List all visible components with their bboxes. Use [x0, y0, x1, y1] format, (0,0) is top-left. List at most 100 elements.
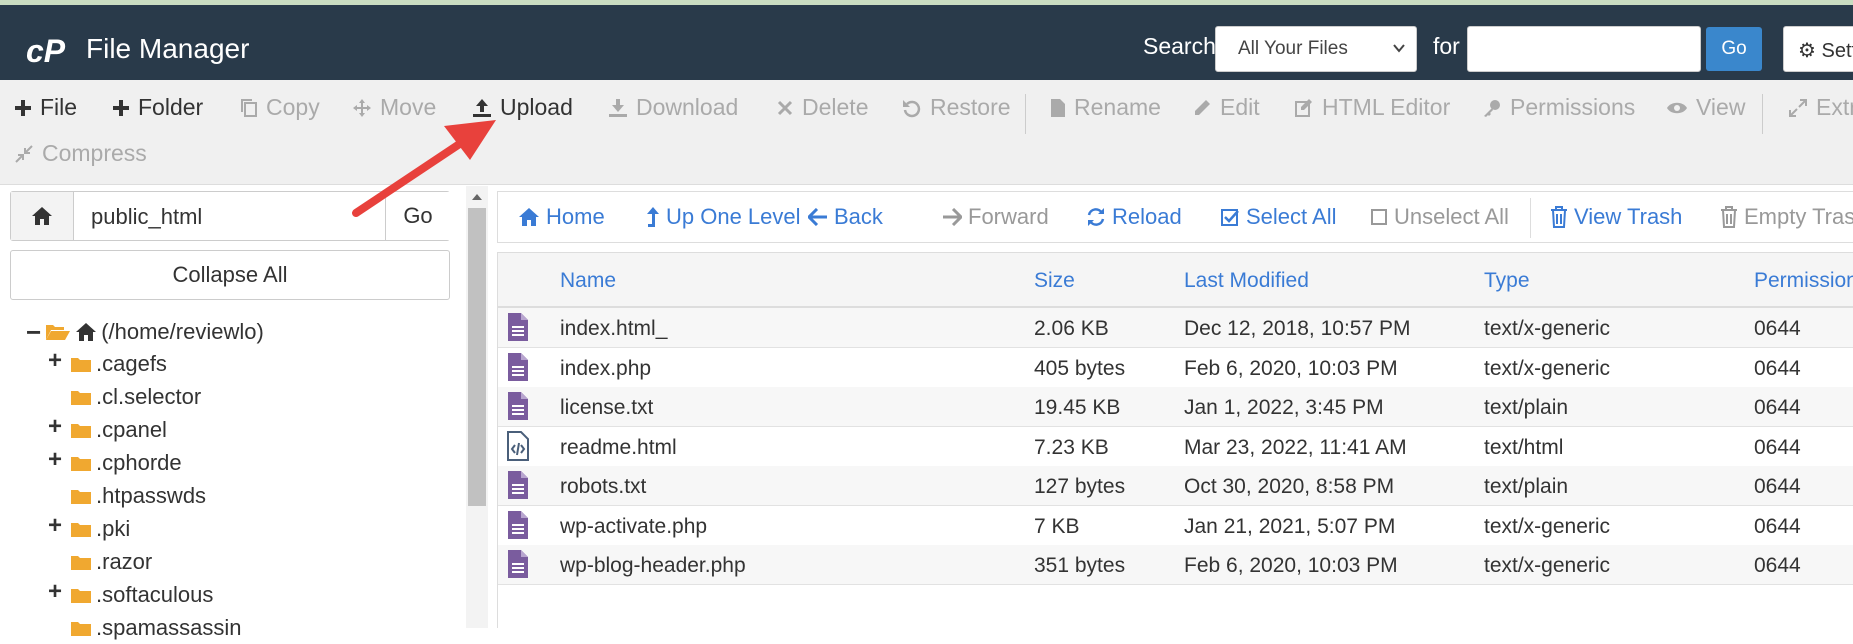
file-size: 19.45 KB	[1034, 396, 1120, 420]
permissions-button[interactable]: Permissions	[1482, 94, 1635, 121]
table-row[interactable]: wp-blog-header.php351 bytesFeb 6, 2020, …	[498, 545, 1853, 585]
new-file-button[interactable]: File	[14, 94, 77, 121]
search-input[interactable]	[1467, 26, 1701, 72]
column-header-type[interactable]: Type	[1484, 269, 1530, 293]
up-one-level-button[interactable]: Up One Level	[646, 204, 801, 230]
scroll-up-icon[interactable]	[470, 190, 484, 204]
pencil-icon	[1192, 98, 1212, 118]
table-row[interactable]: wp-activate.php7 KBJan 21, 2021, 5:07 PM…	[498, 506, 1853, 546]
extract-button[interactable]: Extract	[1788, 94, 1853, 121]
select-all-button[interactable]: Select All	[1220, 204, 1337, 230]
tree-item[interactable]: .cl.selector	[70, 381, 201, 413]
column-header-last-modified[interactable]: Last Modified	[1184, 269, 1309, 293]
text-file-icon	[507, 549, 529, 579]
tree-item[interactable]: .spamassassin	[70, 612, 242, 644]
view-trash-button[interactable]: View Trash	[1550, 204, 1682, 230]
reload-label: Reload	[1112, 204, 1182, 230]
file-name[interactable]: robots.txt	[560, 475, 646, 499]
file-name[interactable]: license.txt	[560, 396, 653, 420]
file-name[interactable]: wp-activate.php	[560, 515, 707, 539]
upload-button[interactable]: Upload	[472, 94, 573, 121]
edit-label: Edit	[1220, 94, 1260, 121]
text-file-icon	[507, 470, 529, 500]
collapse-all-button[interactable]: Collapse All	[10, 250, 450, 300]
compress-button[interactable]: Compress	[14, 140, 147, 167]
table-row[interactable]: index.html_2.06 KBDec 12, 2018, 10:57 PM…	[498, 308, 1853, 348]
download-button[interactable]: Download	[608, 94, 738, 121]
copy-button[interactable]: Copy	[240, 94, 320, 121]
tree-root[interactable]: −(/home/reviewlo)	[26, 316, 264, 348]
code-file-icon	[507, 431, 529, 461]
cpanel-logo-icon[interactable]: cP	[26, 30, 74, 70]
up-one-level-label: Up One Level	[666, 204, 801, 230]
folder-icon	[70, 388, 92, 406]
scrollbar-thumb[interactable]	[468, 208, 486, 506]
tree-item[interactable]: .pki	[70, 513, 130, 545]
navbar-divider	[1530, 198, 1531, 238]
permissions-label: Permissions	[1510, 94, 1635, 121]
file-name[interactable]: wp-blog-header.php	[560, 554, 746, 578]
view-button[interactable]: View	[1666, 94, 1745, 121]
file-permissions: 0644	[1754, 317, 1801, 341]
settings-label: Settings	[1822, 40, 1853, 62]
nav-home-button[interactable]: Home	[518, 204, 605, 230]
file-name[interactable]: readme.html	[560, 436, 677, 460]
restore-label: Restore	[930, 94, 1011, 121]
path-go-button[interactable]: Go	[385, 192, 450, 240]
column-header-size[interactable]: Size	[1034, 269, 1075, 293]
column-header-name[interactable]: Name	[560, 269, 616, 293]
expand-toggle[interactable]: +	[48, 578, 62, 606]
forward-button[interactable]: Forward	[942, 204, 1049, 230]
new-folder-button[interactable]: Folder	[112, 94, 203, 121]
compress-icon	[14, 144, 34, 164]
unselect-all-label: Unselect All	[1394, 204, 1509, 230]
table-row[interactable]: index.php405 bytesFeb 6, 2020, 10:03 PMt…	[498, 348, 1853, 388]
table-row[interactable]: readme.html7.23 KBMar 23, 2022, 11:41 AM…	[498, 427, 1853, 467]
restore-button[interactable]: Restore	[902, 94, 1011, 121]
path-navigator: public_html Go	[10, 191, 450, 241]
edit-button[interactable]: Edit	[1192, 94, 1260, 121]
settings-button[interactable]: ⚙ Settings	[1783, 26, 1853, 72]
table-row[interactable]: robots.txt127 bytesOct 30, 2020, 8:58 PM…	[498, 466, 1853, 506]
back-button[interactable]: Back	[808, 204, 883, 230]
move-button[interactable]: Move	[352, 94, 436, 121]
nav-home-label: Home	[546, 204, 605, 230]
empty-trash-button[interactable]: Empty Trash	[1720, 204, 1853, 230]
file-last-modified: Jan 1, 2022, 3:45 PM	[1184, 396, 1384, 420]
download-label: Download	[636, 94, 738, 121]
tree-item[interactable]: .razor	[70, 546, 152, 578]
delete-button[interactable]: Delete	[776, 94, 868, 121]
search-scope-select[interactable]: All Your Files	[1215, 26, 1417, 72]
trash-icon	[1720, 206, 1738, 228]
tree-item[interactable]: .softaculous	[70, 579, 213, 611]
tree-item[interactable]: .cagefs	[70, 348, 167, 380]
column-header-permissions[interactable]: Permissions	[1754, 269, 1853, 293]
for-label: for	[1433, 33, 1460, 60]
home-directory-button[interactable]	[11, 192, 74, 240]
file-size: 7 KB	[1034, 515, 1080, 539]
move-icon	[352, 98, 372, 118]
unselect-all-button[interactable]: Unselect All	[1370, 204, 1509, 230]
folder-icon	[70, 454, 92, 472]
svg-text:cP: cP	[26, 33, 66, 69]
rename-button[interactable]: Rename	[1050, 94, 1161, 121]
search-label: Search	[1143, 33, 1216, 60]
tree-item[interactable]: .cphorde	[70, 447, 182, 479]
file-name[interactable]: index.html_	[560, 317, 667, 341]
search-go-button[interactable]: Go	[1706, 27, 1762, 71]
path-input[interactable]: public_html	[91, 204, 202, 230]
tree-item[interactable]: .htpasswds	[70, 480, 206, 512]
expand-toggle[interactable]: +	[48, 446, 62, 474]
expand-toggle[interactable]: +	[48, 347, 62, 375]
table-row[interactable]: license.txt19.45 KBJan 1, 2022, 3:45 PMt…	[498, 387, 1853, 427]
file-name[interactable]: index.php	[560, 357, 651, 381]
expand-toggle[interactable]: +	[48, 512, 62, 540]
collapse-toggle[interactable]: −	[26, 317, 41, 348]
tree-item[interactable]: .cpanel	[70, 414, 167, 446]
expand-icon	[1788, 98, 1808, 118]
folder-open-icon	[45, 323, 71, 341]
reload-button[interactable]: Reload	[1086, 204, 1182, 230]
html-editor-button[interactable]: HTML Editor	[1294, 94, 1450, 121]
expand-toggle[interactable]: +	[48, 413, 62, 441]
text-file-icon	[507, 312, 529, 342]
